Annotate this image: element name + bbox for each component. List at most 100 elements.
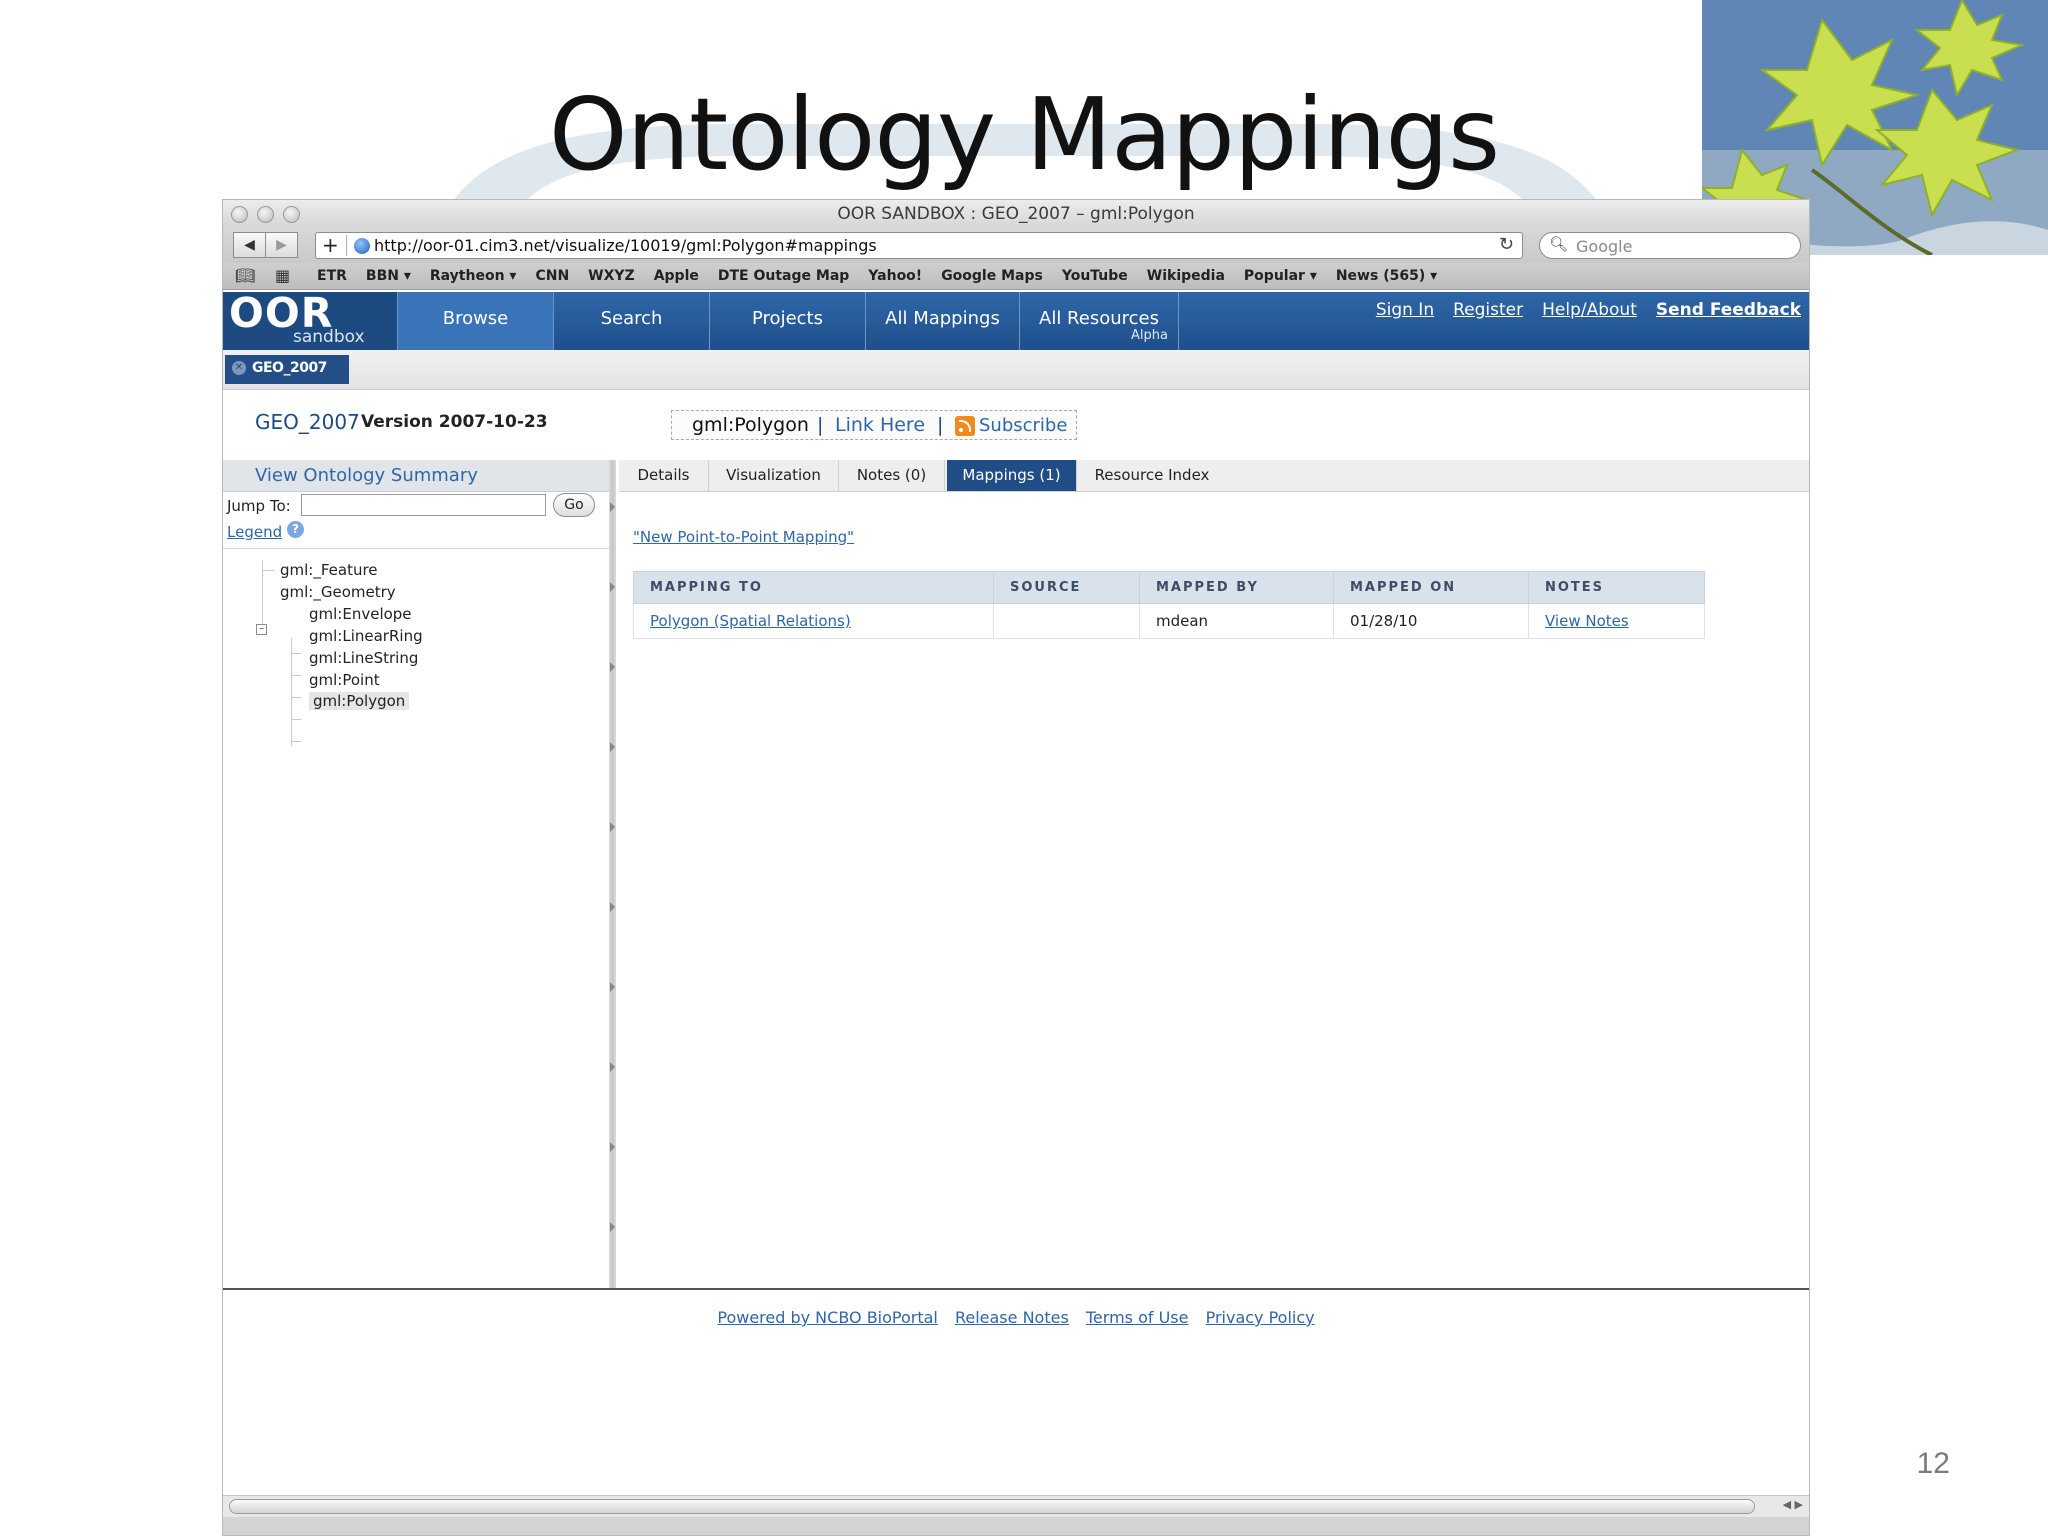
send-feedback-link[interactable]: Send Feedback — [1656, 300, 1801, 320]
term-header: gml:Polygon | Link Here | Subscribe — [671, 410, 1077, 440]
scroll-arrows-icon[interactable]: ◀ ▶ — [1783, 1498, 1803, 1511]
rss-icon[interactable] — [955, 416, 975, 436]
forward-button[interactable]: ▶ — [265, 232, 298, 258]
search-icon: 🔍︎ — [1549, 235, 1569, 253]
splitter-arrow-icon — [610, 902, 615, 912]
ontology-tab[interactable]: ✕ GEO_2007 — [225, 355, 349, 384]
account-links: Sign In Register Help/About Send Feedbac… — [1376, 300, 1801, 320]
nav-projects[interactable]: Projects — [709, 292, 865, 350]
sign-in-link[interactable]: Sign In — [1376, 300, 1434, 320]
splitter-arrow-icon — [610, 1142, 615, 1152]
separator: | — [937, 414, 944, 436]
legend-link[interactable]: Legend — [227, 523, 282, 541]
collapse-toggle-icon[interactable]: – — [256, 624, 267, 635]
bookmark-item[interactable]: Apple — [654, 268, 699, 284]
bookmark-item[interactable]: ETR — [317, 268, 347, 284]
tree-node-polygon[interactable]: gml:Polygon — [309, 692, 410, 710]
ontology-tab-bar: ✕ GEO_2007 — [223, 350, 1809, 390]
bookmark-item[interactable]: Wikipedia — [1147, 268, 1225, 284]
splitter-arrow-icon — [610, 822, 615, 832]
privacy-policy-link[interactable]: Privacy Policy — [1206, 1308, 1315, 1327]
terms-of-use-link[interactable]: Terms of Use — [1086, 1308, 1189, 1327]
link-here-link[interactable]: Link Here — [835, 414, 925, 436]
bookmark-item[interactable]: DTE Outage Map — [718, 268, 849, 284]
column-header: MAPPED BY — [1139, 571, 1334, 604]
browser-search-field[interactable]: 🔍︎ Google — [1539, 232, 1801, 259]
release-notes-link[interactable]: Release Notes — [955, 1308, 1069, 1327]
bookmark-item[interactable]: BBN ▾ — [366, 268, 411, 284]
horizontal-scrollbar[interactable]: ◀ ▶ — [223, 1495, 1809, 1517]
scrollbar-thumb[interactable] — [229, 1499, 1755, 1514]
bookmark-item[interactable]: Yahoo! — [868, 268, 922, 284]
go-button[interactable]: Go — [553, 493, 595, 517]
bookmark-item[interactable]: Raytheon ▾ — [430, 268, 517, 284]
nav-all-resources[interactable]: All Resources Alpha — [1019, 292, 1179, 350]
separator: | — [817, 414, 824, 436]
tab-details[interactable]: Details — [619, 460, 709, 491]
bookmark-list: ETR BBN ▾ Raytheon ▾ CNN WXYZ Apple DTE … — [317, 268, 1437, 284]
tree-node-point[interactable]: gml:Point — [309, 671, 380, 689]
open-book-icon[interactable]: 📖︎ — [235, 266, 255, 285]
bookmarks-bar: 📖︎ ▦ ETR BBN ▾ Raytheon ▾ CNN WXYZ Apple… — [223, 263, 1809, 290]
slide-number: 12 — [1916, 1447, 1950, 1480]
address-text[interactable]: http://oor-01.cim3.net/visualize/10019/g… — [374, 236, 877, 255]
help-about-link[interactable]: Help/About — [1542, 300, 1637, 320]
tree-node-feature[interactable]: gml:_Feature — [280, 561, 378, 579]
bookmark-item[interactable]: News (565) ▾ — [1336, 268, 1437, 284]
reload-icon[interactable]: ↻ — [1499, 234, 1514, 255]
view-ontology-summary-link[interactable]: View Ontology Summary — [255, 465, 478, 486]
forward-arrow-icon: ▶ — [276, 237, 287, 253]
footer-links: Powered by NCBO BioPortal Release Notes … — [223, 1308, 1809, 1327]
splitter-arrow-icon — [610, 502, 615, 512]
tree-node-geometry[interactable]: gml:_Geometry — [280, 583, 396, 601]
bookmark-item[interactable]: CNN — [535, 268, 569, 284]
tree-node-linestring[interactable]: gml:LineString — [309, 649, 418, 667]
splitter-arrow-icon — [610, 742, 615, 752]
bookmark-item[interactable]: Popular ▾ — [1244, 268, 1317, 284]
site-navigation: OOR sandbox Browse Search Projects All M… — [223, 289, 1809, 350]
jump-to-label: Jump To: — [227, 497, 291, 515]
tree-node-linearring[interactable]: gml:LinearRing — [309, 627, 423, 645]
powered-by-link[interactable]: Powered by NCBO BioPortal — [717, 1308, 938, 1327]
nav-all-mappings[interactable]: All Mappings — [865, 292, 1019, 350]
address-bar[interactable]: + http://oor-01.cim3.net/visualize/10019… — [315, 232, 1523, 259]
splitter-arrow-icon — [610, 662, 615, 672]
slide-title: Ontology Mappings — [548, 76, 1500, 193]
mapped-on-cell: 01/28/10 — [1333, 603, 1529, 639]
nav-all-resources-label: All Resources — [1039, 308, 1159, 329]
close-tab-icon[interactable]: ✕ — [232, 361, 246, 375]
bookmark-item[interactable]: YouTube — [1062, 268, 1128, 284]
bookmark-item[interactable]: Google Maps — [941, 268, 1043, 284]
new-mapping-link[interactable]: "New Point-to-Point Mapping" — [633, 528, 854, 546]
view-notes-link[interactable]: View Notes — [1528, 603, 1705, 639]
table-header-row: MAPPING TO SOURCE MAPPED BY MAPPED ON NO… — [633, 571, 1705, 604]
tab-notes[interactable]: Notes (0) — [839, 460, 945, 491]
tab-mappings[interactable]: Mappings (1) — [947, 460, 1077, 491]
browser-window: OOR SANDBOX : GEO_2007 – gml:Polygon ◀ ▶… — [222, 199, 1810, 1536]
panel-splitter[interactable] — [609, 460, 616, 1288]
ontology-name[interactable]: GEO_2007 — [255, 410, 360, 434]
add-bookmark-icon[interactable]: + — [322, 233, 339, 258]
site-logo[interactable]: OOR sandbox — [223, 289, 397, 350]
help-icon[interactable]: ? — [287, 521, 304, 538]
window-title: OOR SANDBOX : GEO_2007 – gml:Polygon — [837, 204, 1195, 224]
subscribe-link[interactable]: Subscribe — [979, 415, 1067, 436]
column-header: NOTES — [1528, 571, 1705, 604]
grid-icon[interactable]: ▦ — [275, 266, 290, 285]
column-header: SOURCE — [993, 571, 1140, 604]
tree-divider — [223, 548, 609, 549]
search-placeholder: Google — [1576, 237, 1633, 256]
nav-search[interactable]: Search — [553, 292, 709, 350]
bookmark-item[interactable]: WXYZ — [588, 268, 635, 284]
nav-browse[interactable]: Browse — [397, 292, 553, 350]
splitter-arrow-icon — [610, 982, 615, 992]
mapping-to-link[interactable]: Polygon (Spatial Relations) — [633, 603, 994, 639]
term-tab-bar: Details Visualization Notes (0) Mappings… — [619, 460, 1809, 492]
back-button[interactable]: ◀ — [233, 232, 266, 258]
tree-node-envelope[interactable]: gml:Envelope — [309, 605, 412, 623]
tab-visualization[interactable]: Visualization — [709, 460, 839, 491]
register-link[interactable]: Register — [1453, 300, 1523, 320]
jump-to-input[interactable] — [301, 494, 546, 516]
back-arrow-icon: ◀ — [244, 237, 255, 253]
tab-resource-index[interactable]: Resource Index — [1077, 460, 1227, 491]
